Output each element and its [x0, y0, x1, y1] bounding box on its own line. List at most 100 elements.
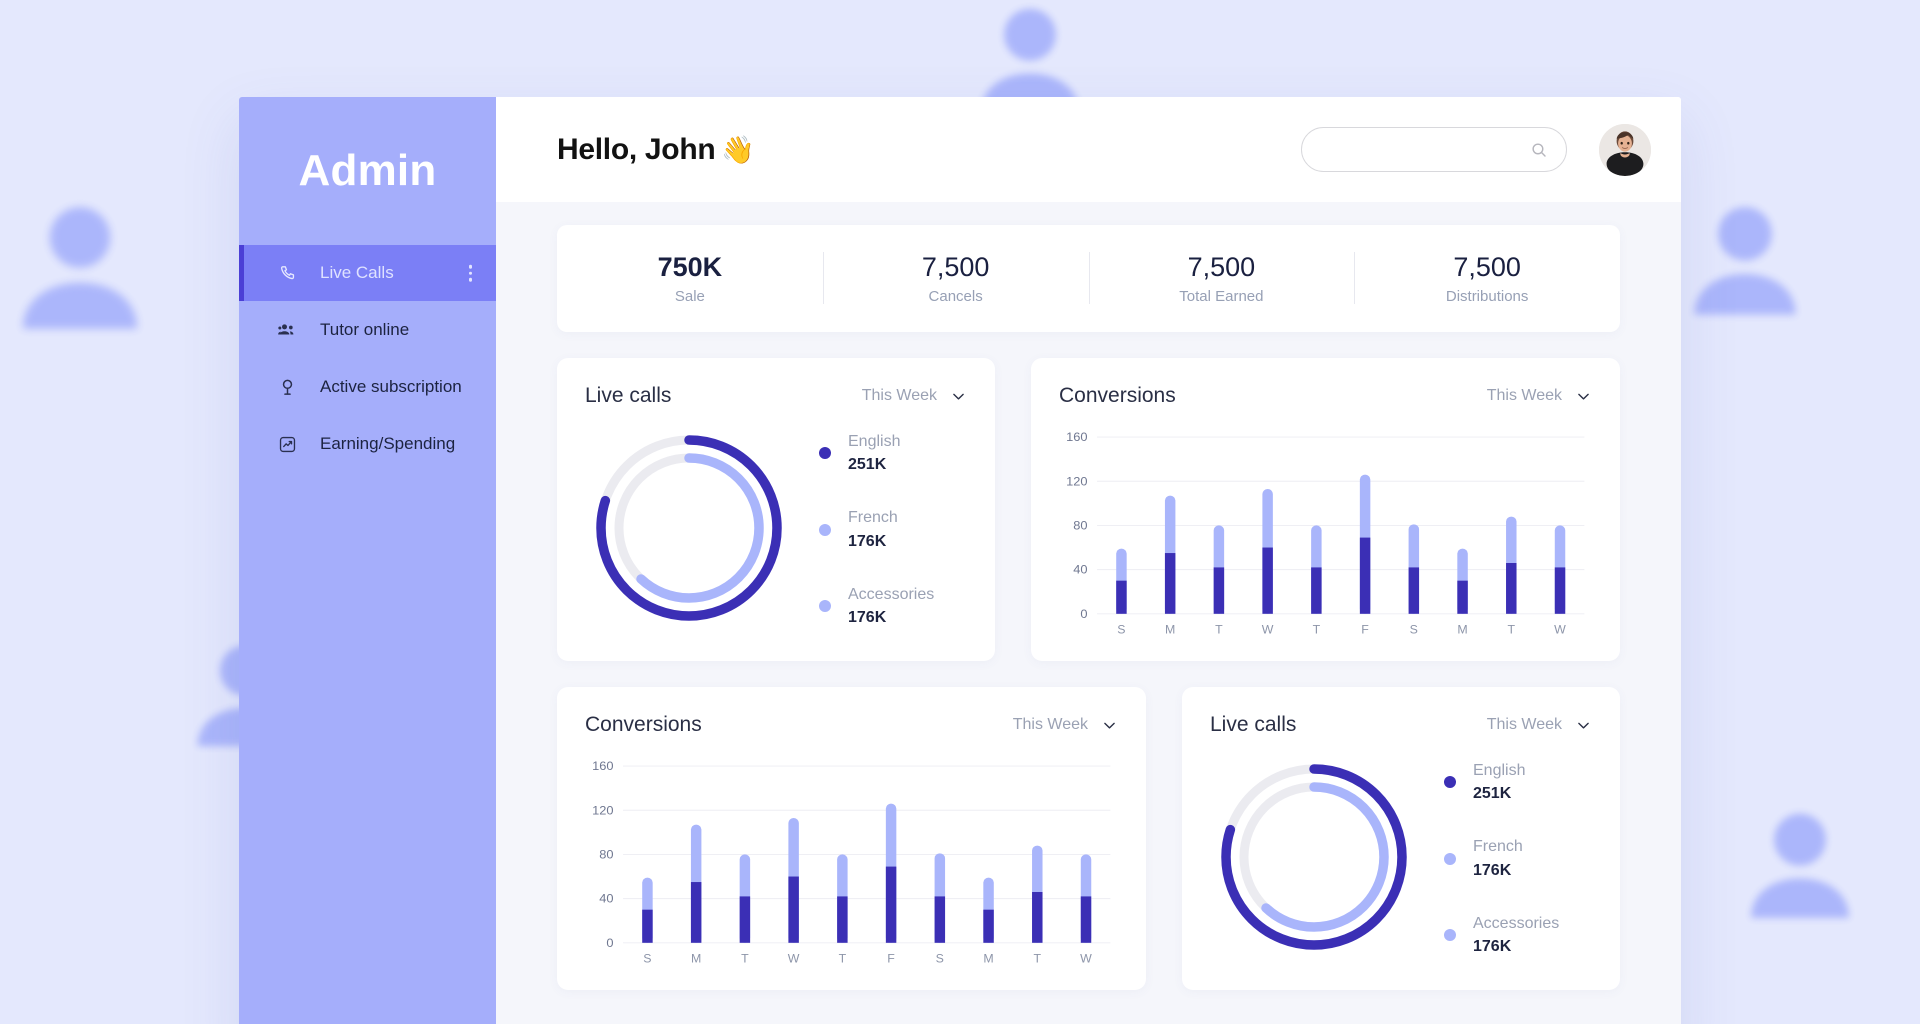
sidebar-item-tutor-online[interactable]: Tutor online	[239, 302, 496, 358]
stat-total-earned: 7,500 Total Earned	[1089, 252, 1355, 305]
phone-icon	[276, 262, 298, 284]
donut-svg	[596, 434, 782, 621]
bar-chart-svg: 0 40 80 120 160 S M T W T F S M T W	[592, 759, 1111, 966]
legend-item: French 176K	[1444, 835, 1559, 881]
x-axis-tick-label: F	[887, 952, 895, 966]
legend-item: Accessories 176K	[819, 583, 934, 629]
person-silhouette-icon	[1733, 798, 1868, 933]
y-axis-tick-label: 0	[1080, 607, 1087, 621]
bar-segment-lower	[983, 909, 994, 943]
donut-chart	[1214, 757, 1414, 957]
people-icon	[276, 319, 298, 341]
card-title: Conversions	[585, 713, 702, 736]
bar-segment-lower	[1116, 580, 1127, 614]
x-axis-tick-label: S	[936, 952, 944, 966]
search-box[interactable]	[1301, 127, 1567, 172]
chevron-down-icon	[1575, 388, 1592, 405]
donut-legend: English 251K French 176K Accessories 176…	[1444, 755, 1559, 958]
stat-value: 7,500	[1187, 251, 1256, 282]
period-dropdown[interactable]: This Week	[1487, 716, 1592, 734]
bar-segment-lower	[1554, 567, 1566, 614]
legend-item: English 251K	[819, 430, 934, 476]
x-axis-tick-label: T	[1313, 623, 1321, 637]
avatar[interactable]	[1599, 123, 1651, 176]
search-input[interactable]	[1324, 141, 1530, 158]
x-axis-tick-label: S	[643, 952, 651, 966]
legend-value: 176K	[1473, 861, 1512, 879]
bar-segment-lower	[1408, 567, 1420, 614]
sidebar-item-active-subscription[interactable]: Active subscription	[239, 359, 496, 415]
content-area: 750K Sale 7,500 Cancels 7,500 Total Earn…	[496, 202, 1681, 1024]
sidebar-item-earning-spending[interactable]: Earning/Spending	[239, 416, 496, 472]
bar-segment-lower	[837, 896, 848, 943]
legend-value: 251K	[848, 456, 887, 474]
bar-segment-lower	[1262, 547, 1273, 614]
donut-chart-body: English 251K French 176K Accessories 176…	[1210, 741, 1592, 958]
x-axis-tick-label: S	[1117, 623, 1125, 637]
y-axis-tick-label: 120	[1066, 475, 1087, 489]
card-title: Live calls	[1210, 713, 1297, 736]
period-dropdown[interactable]: This Week	[1487, 387, 1592, 405]
y-axis-tick-label: 160	[1066, 430, 1087, 444]
x-axis-tick-label: F	[1361, 623, 1369, 637]
bar-segment-lower	[1213, 567, 1225, 614]
donut-chart-body: English 251K French 176K Accessories 176…	[585, 412, 967, 629]
period-dropdown[interactable]: This Week	[862, 387, 967, 405]
stat-label: Sale	[674, 288, 705, 306]
bar-segment-lower	[1506, 562, 1517, 614]
sidebar-item-label: Tutor online	[320, 320, 410, 339]
top-bar: Hello, John 👋	[496, 97, 1681, 202]
bar-chart-body: 0 40 80 120 160 S M T W T F S M T W	[1059, 412, 1592, 641]
legend-value: 176K	[848, 532, 887, 550]
stats-summary-card: 750K Sale 7,500 Cancels 7,500 Total Earn…	[557, 225, 1620, 332]
bar-segment-lower	[1359, 537, 1371, 614]
donut-svg	[1221, 763, 1407, 950]
bar-segment-lower	[1080, 896, 1092, 943]
legend-dot-icon	[1444, 852, 1456, 865]
bar-segment-lower	[788, 876, 799, 943]
stat-sale: 750K Sale	[557, 252, 823, 305]
person-silhouette-icon	[1675, 190, 1815, 330]
search-icon[interactable]	[1530, 141, 1548, 159]
bar-segment-lower	[1032, 891, 1043, 943]
sidebar-item-label: Live Calls	[320, 263, 394, 282]
sidebar-item-label: Earning/Spending	[320, 434, 456, 453]
card-header: Live calls This Week	[585, 384, 967, 408]
chevron-down-icon	[1575, 717, 1592, 734]
x-axis-tick-label: S	[1410, 623, 1418, 637]
card-title: Live calls	[585, 384, 672, 407]
legend-dot-icon	[1444, 776, 1456, 789]
sidebar-nav: Live Calls Tutor online Active subscript…	[239, 245, 496, 472]
more-options-icon[interactable]	[468, 264, 472, 282]
bar-segment-lower	[642, 909, 653, 943]
legend-item: Accessories 176K	[1444, 912, 1559, 958]
card-row-top: Live calls This Week English 251K French…	[557, 358, 1620, 661]
bar-segment-lower	[1457, 580, 1468, 614]
y-axis-tick-label: 40	[1073, 563, 1087, 577]
period-dropdown[interactable]: This Week	[1013, 716, 1118, 734]
chevron-down-icon	[1101, 717, 1118, 734]
period-label: This Week	[1486, 387, 1562, 404]
legend-label: Accessories	[848, 585, 935, 603]
x-axis-tick-label: W	[788, 952, 800, 966]
brand-title: Admin	[298, 146, 437, 195]
stat-label: Total Earned	[1179, 288, 1264, 306]
x-axis-tick-label: M	[983, 952, 993, 966]
legend-label: Accessories	[1473, 914, 1560, 932]
legend-dot-icon	[1444, 928, 1456, 941]
donut-chart	[589, 428, 789, 628]
stat-value: 7,500	[1453, 251, 1521, 282]
conversions-card: Conversions This Week 0 40 80 120 160 S M T W T F S…	[1031, 358, 1620, 661]
stat-value: 750K	[657, 251, 723, 282]
y-axis-tick-label: 120	[592, 804, 613, 818]
stat-label: Cancels	[928, 288, 983, 306]
bar-segment-lower	[1164, 553, 1176, 614]
person-silhouette-icon	[1, 188, 159, 346]
sidebar-item-live-calls[interactable]: Live Calls	[239, 245, 496, 301]
legend-value: 251K	[1473, 785, 1512, 803]
legend-item: French 176K	[819, 506, 934, 552]
bar-chart-svg: 0 40 80 120 160 S M T W T F S M T W	[1066, 430, 1585, 637]
page-title: Hello, John 👋	[557, 133, 755, 167]
period-label: This Week	[1486, 716, 1562, 733]
top-bar-right	[1301, 123, 1651, 176]
